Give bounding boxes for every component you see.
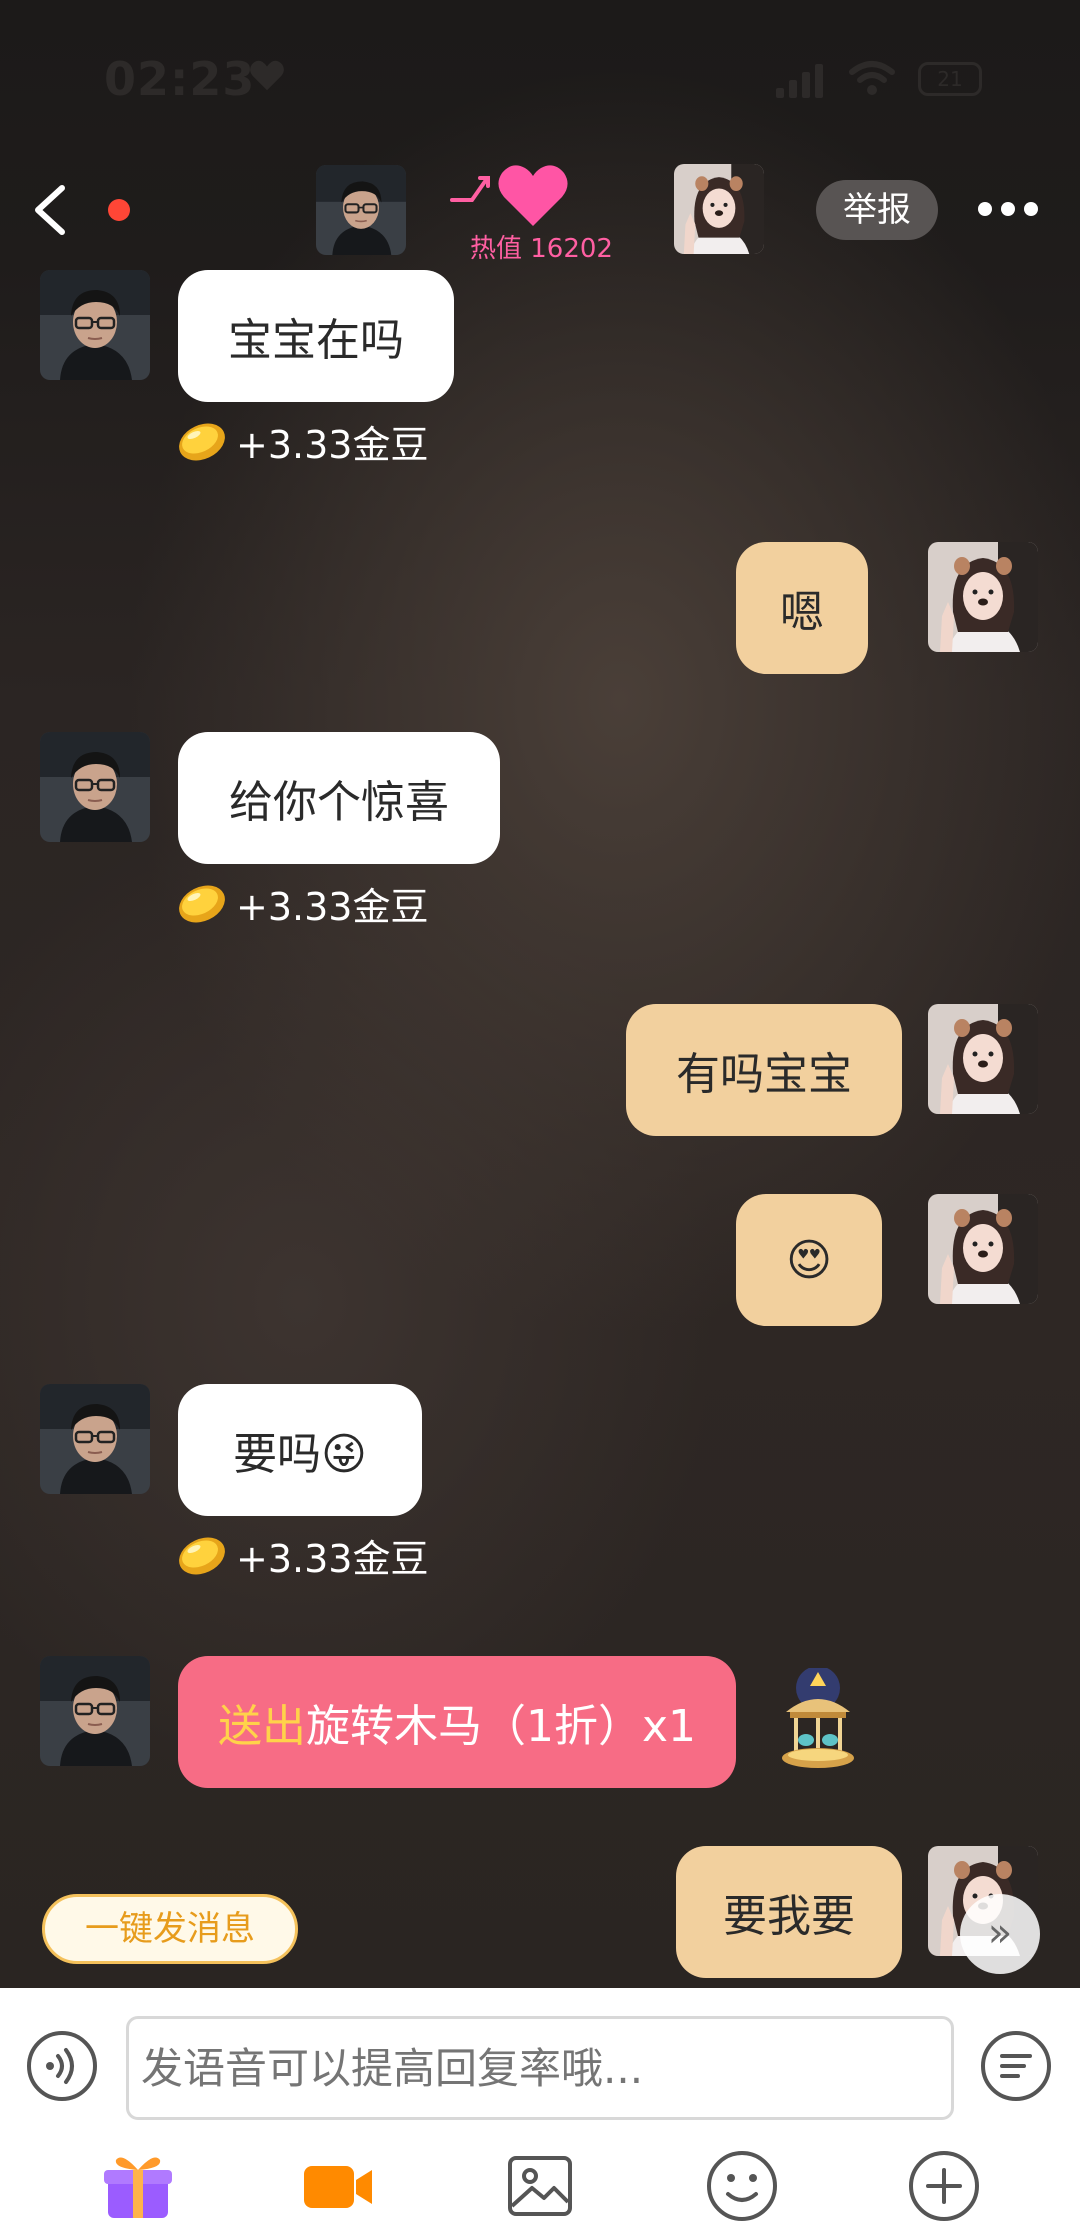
heat-trend-icon [450,176,490,202]
heart-icon [250,60,284,91]
reward-text: +3.33金豆 [236,423,429,467]
reward-row: +3.33金豆 [176,1528,428,1583]
message-avatar-self[interactable] [928,542,1038,652]
gift-message-bubble[interactable]: 送出 旋转木马（1折）x1 [178,1656,736,1788]
reward-row: +3.33金豆 [176,876,428,931]
wifi-icon [849,61,895,95]
header-avatar-self[interactable] [674,164,764,254]
message-bubble[interactable]: 要我要 [676,1846,902,1978]
more-options-icon[interactable] [976,196,1040,224]
reward-row: +3.33金豆 [176,414,428,469]
gift-action-label: 送出 [217,1701,306,1752]
status-time: 02:23 [104,52,256,106]
message-avatar-self[interactable] [928,1004,1038,1114]
message-avatar-other[interactable] [40,1384,150,1494]
message-avatar-self[interactable] [928,1194,1038,1304]
message-bubble-emoji[interactable]: 😍 [736,1194,882,1326]
message-bubble[interactable]: 有吗宝宝 [626,1004,902,1136]
quick-phrases-icon[interactable] [980,2030,1052,2102]
gift-icon[interactable] [100,2148,176,2224]
gold-bean-icon [176,882,228,926]
message-input[interactable] [126,2016,954,2120]
unread-dot [108,199,130,221]
back-arrow-icon[interactable] [28,180,72,240]
message-bubble[interactable]: 宝宝在吗 [178,270,454,402]
image-icon[interactable] [502,2148,578,2224]
scroll-to-bottom-button[interactable]: » [960,1894,1040,1974]
message-avatar-other[interactable] [40,732,150,842]
reward-text: +3.33金豆 [236,885,429,929]
gift-name: 旋转木马（1折）x1 [305,1701,697,1752]
message-bubble[interactable]: 给你个惊喜 [178,732,500,864]
emoji-icon[interactable] [704,2148,780,2224]
signal-icon [776,64,823,98]
video-call-icon[interactable] [300,2148,376,2224]
gold-bean-icon [176,1534,228,1578]
plus-icon[interactable] [906,2148,982,2224]
message-bubble[interactable]: 要吗😜 [178,1384,422,1516]
message-avatar-other[interactable] [40,1656,150,1766]
message-bubble[interactable]: 嗯 [736,542,868,674]
carousel-icon[interactable] [770,1668,866,1778]
report-button[interactable]: 举报 [816,180,938,240]
intimacy-heart-icon[interactable] [496,160,570,228]
message-avatar-other[interactable] [40,270,150,380]
header-avatar-other[interactable] [316,165,406,255]
battery-indicator: 21 [918,62,982,96]
heat-value: 热值 16202 [470,234,613,264]
reward-text: +3.33金豆 [236,1537,429,1581]
one-key-send-button[interactable]: 一键发消息 [42,1894,298,1964]
gold-bean-icon [176,420,228,464]
voice-icon[interactable] [26,2030,98,2102]
